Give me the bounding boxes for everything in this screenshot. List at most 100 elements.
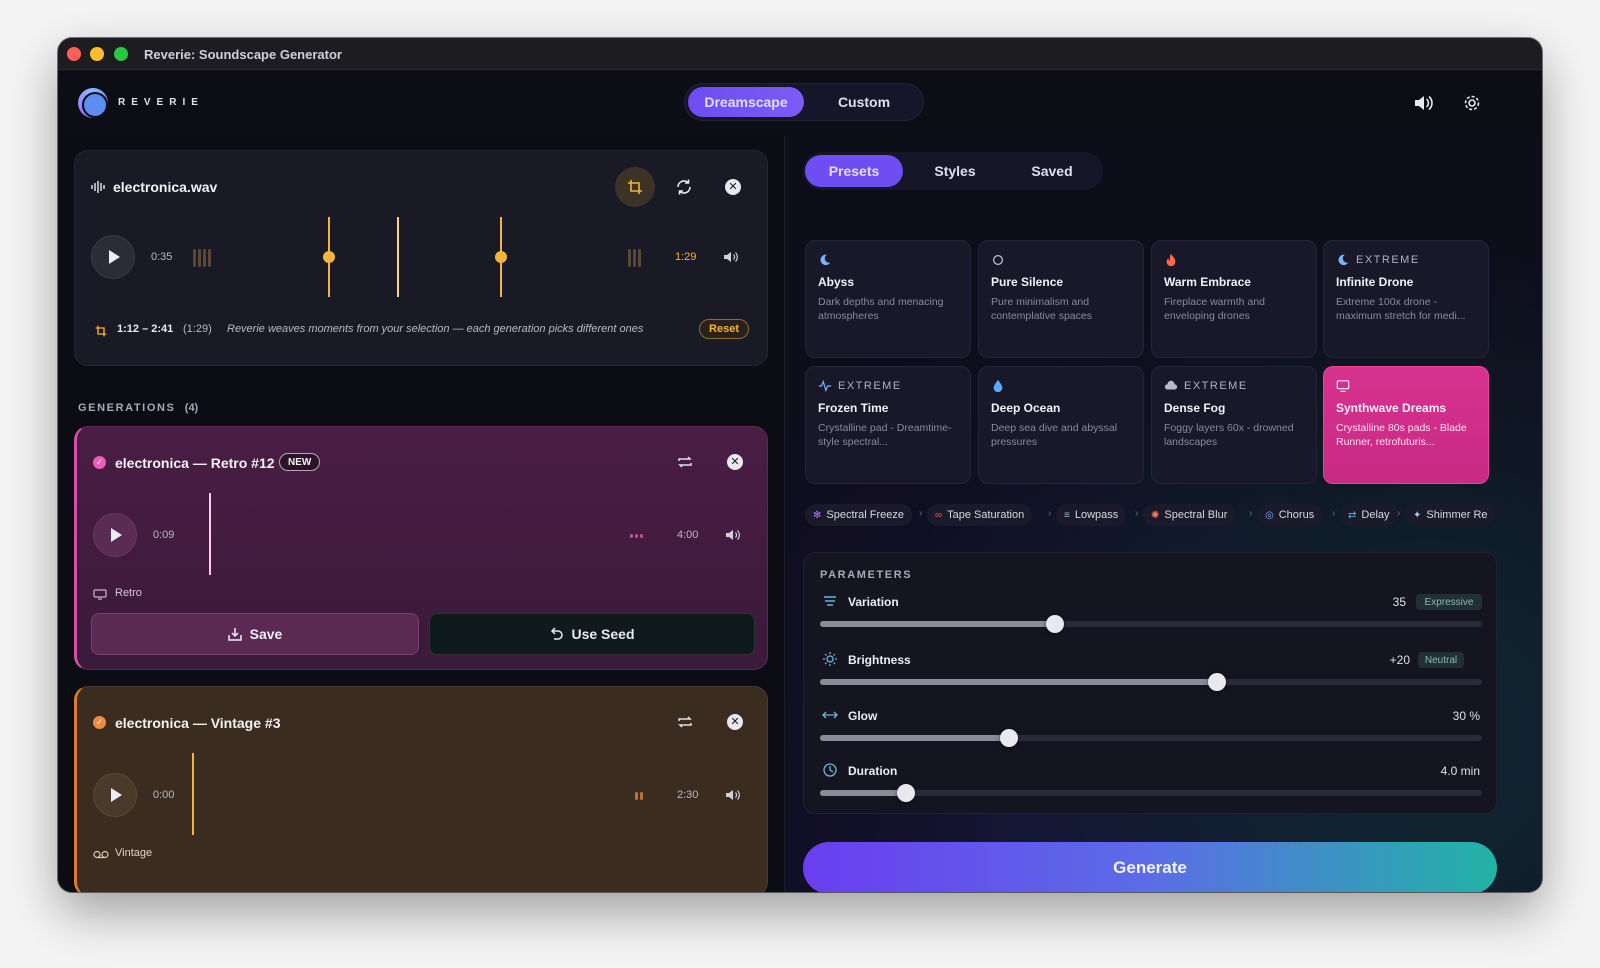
- speaker-icon[interactable]: [723, 251, 739, 263]
- parameter-badge: Neutral: [1418, 652, 1464, 668]
- preset-card[interactable]: EXTREME Dense Fog Foggy layers 60x - drown…: [1151, 366, 1317, 484]
- selection-range: 1:12 – 2:41: [117, 323, 174, 335]
- current-time: 0:00: [153, 789, 175, 801]
- gear-icon[interactable]: [1460, 91, 1484, 115]
- preset-tag: [1336, 379, 1476, 393]
- generation-title: electronica — Retro #12: [115, 455, 275, 471]
- playhead[interactable]: [397, 217, 399, 297]
- generation-waveform[interactable]: [195, 491, 643, 581]
- effect-icon: ◎: [1265, 509, 1274, 521]
- monitor-icon: [1336, 380, 1350, 392]
- use-seed-button[interactable]: Use Seed: [429, 613, 755, 655]
- selection-end-knob[interactable]: [495, 251, 507, 263]
- slider-knob[interactable]: [1208, 673, 1226, 691]
- current-time: 0:09: [153, 529, 175, 541]
- preset-name: Infinite Drone: [1336, 275, 1414, 289]
- effect-label: Chorus: [1278, 509, 1315, 521]
- logo-text: REVERIE: [118, 97, 204, 108]
- source-waveform[interactable]: [193, 213, 641, 303]
- slider-knob[interactable]: [897, 784, 915, 802]
- generate-button[interactable]: Generate: [803, 842, 1497, 892]
- waveform-bar: [640, 792, 643, 800]
- play-button[interactable]: [91, 235, 135, 279]
- save-button[interactable]: Save: [91, 613, 419, 655]
- close-icon[interactable]: ✕: [727, 714, 743, 730]
- parameter-value: 4.0 min: [1440, 764, 1480, 778]
- effect-label: Lowpass: [1074, 509, 1119, 521]
- close-icon[interactable]: ✕: [725, 179, 741, 195]
- generation-waveform[interactable]: [195, 751, 643, 841]
- preset-description: Crystalline 80s pads - Blade Runner, ret…: [1336, 422, 1467, 448]
- refresh-icon[interactable]: [672, 175, 696, 199]
- mode-dreamscape[interactable]: Dreamscape: [688, 87, 804, 117]
- new-badge: NEW: [279, 453, 321, 471]
- mode-custom[interactable]: Custom: [809, 87, 919, 117]
- effect-chip[interactable]: ≡ Lowpass: [1056, 504, 1127, 526]
- preset-card[interactable]: Warm Embrace Fireplace warmth and envelop…: [1151, 240, 1317, 358]
- slider-fill: [820, 621, 1055, 627]
- minimize-window-button[interactable]: [90, 47, 104, 61]
- tab-saved[interactable]: Saved: [1003, 155, 1101, 187]
- playhead[interactable]: [209, 493, 211, 575]
- effect-chip[interactable]: ✺ Spectral Blur: [1143, 504, 1236, 526]
- play-button[interactable]: [93, 773, 137, 817]
- zoom-window-button[interactable]: [114, 47, 128, 61]
- play-button[interactable]: [93, 513, 137, 557]
- generations-heading: GENERATIONS (4): [78, 402, 198, 414]
- effect-chip[interactable]: ✦ Shimmer Re: [1405, 504, 1495, 526]
- play-icon: [111, 528, 122, 542]
- reset-button[interactable]: Reset: [699, 319, 749, 339]
- parameter-label: Duration: [848, 764, 898, 778]
- repeat-icon[interactable]: [677, 455, 693, 469]
- slider-fill: [820, 735, 1009, 741]
- repeat-icon[interactable]: [677, 715, 693, 729]
- effect-chip[interactable]: ✻ Spectral Freeze: [805, 504, 913, 526]
- parameter-slider[interactable]: [820, 729, 1482, 747]
- waveform-bar: [638, 249, 641, 267]
- preset-card[interactable]: EXTREME Frozen Time Crystalline pad - Drea…: [805, 366, 971, 484]
- preset-name: Pure Silence: [991, 275, 1064, 289]
- check-icon: ✓: [93, 716, 106, 729]
- preset-name: Deep Ocean: [991, 401, 1061, 415]
- waveform-bar: [193, 249, 196, 267]
- preset-card[interactable]: Pure Silence Pure minimalism and contempl…: [978, 240, 1144, 358]
- parameter-slider[interactable]: [820, 615, 1482, 633]
- preset-name: Dense Fog: [1164, 401, 1226, 415]
- effect-chip[interactable]: ◎ Chorus: [1257, 504, 1323, 526]
- effect-chip[interactable]: ⇄ Delay: [1340, 504, 1398, 526]
- preset-card[interactable]: EXTREME Infinite Drone Extreme 100x drone …: [1323, 240, 1489, 358]
- parameter-value: +20: [1389, 653, 1410, 667]
- parameter-label: Brightness: [848, 653, 911, 667]
- speaker-icon[interactable]: [725, 789, 741, 801]
- effect-label: Spectral Blur: [1164, 509, 1228, 521]
- parameter-slider[interactable]: [820, 784, 1482, 802]
- preset-description: Foggy layers 60x - drowned landscapes: [1164, 422, 1294, 448]
- slider-knob[interactable]: [1000, 729, 1018, 747]
- close-window-button[interactable]: [67, 47, 81, 61]
- preset-card[interactable]: Synthwave Dreams Crystalline 80s pads - B…: [1323, 366, 1489, 484]
- effect-chip[interactable]: ∞ Tape Saturation: [927, 504, 1033, 526]
- droplet-icon: [993, 379, 1003, 393]
- preset-card[interactable]: Abyss Dark depths and menacing atmosphere…: [805, 240, 971, 358]
- close-icon[interactable]: ✕: [727, 454, 743, 470]
- crop-button[interactable]: [615, 167, 655, 207]
- left-panel: electronica.wav ✕ 0:35 1:29 1:12 – 2:41 …: [58, 136, 784, 892]
- waveform-bar: [203, 249, 206, 267]
- crop-icon: [628, 180, 642, 194]
- preset-tag: EXTREME: [1164, 379, 1304, 393]
- tab-presets[interactable]: Presets: [805, 155, 903, 187]
- tab-styles[interactable]: Styles: [907, 155, 1003, 187]
- preset-card[interactable]: Deep Ocean Deep sea dive and abyssal pres…: [978, 366, 1144, 484]
- selection-start-knob[interactable]: [323, 251, 335, 263]
- parameter-value: 35: [1392, 595, 1406, 609]
- parameters-panel: PARAMETERS Variation 35 Expressive Brightne…: [803, 552, 1497, 814]
- volume-icon[interactable]: [1412, 91, 1436, 115]
- speaker-icon[interactable]: [725, 529, 741, 541]
- generation-title: electronica — Vintage #3: [115, 715, 281, 731]
- effect-label: Shimmer Re: [1426, 509, 1488, 521]
- parameter-slider[interactable]: [820, 673, 1482, 691]
- playhead[interactable]: [192, 753, 194, 835]
- slider-knob[interactable]: [1046, 615, 1064, 633]
- preset-tag: [991, 253, 1131, 267]
- preset-tag: EXTREME: [1336, 253, 1476, 267]
